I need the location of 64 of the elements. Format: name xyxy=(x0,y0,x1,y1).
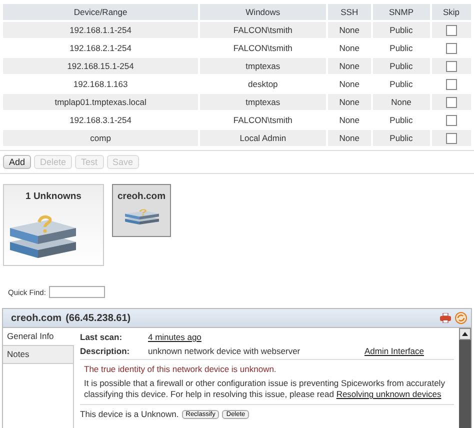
scrollbar[interactable] xyxy=(459,328,471,428)
description-value: unknown network device with webserver xyxy=(148,346,302,356)
tile-label: 1 Unknowns xyxy=(26,191,82,202)
device-group-tile[interactable]: creoh.com xyxy=(112,184,171,237)
warning-text: The true identity of this network device is unknown. xyxy=(80,359,454,374)
skip-checkbox[interactable] xyxy=(446,132,457,144)
column-header[interactable]: Windows xyxy=(200,4,326,20)
column-header[interactable]: Skip xyxy=(432,4,471,20)
table-cell-text: None xyxy=(338,42,361,55)
column-header[interactable]: SNMP xyxy=(372,4,430,20)
toolbar-button[interactable]: Add xyxy=(3,155,32,169)
table-cell: None xyxy=(328,94,371,110)
skip-checkbox[interactable] xyxy=(446,42,457,54)
panel-tab[interactable]: Notes xyxy=(3,346,73,364)
refresh-icon[interactable] xyxy=(455,312,467,324)
table-cell-text: FALCON\tsmith xyxy=(232,42,294,55)
table-cell: 192.168.15.1-254 xyxy=(3,58,198,74)
table-cell: tmptexas xyxy=(200,58,326,74)
status-text: This device is a Unknown. xyxy=(80,409,179,420)
table-cell: None xyxy=(328,130,371,146)
admin-interface-link[interactable]: Admin Interface xyxy=(364,346,424,356)
table-cell: 192.168.1.1-254 xyxy=(3,22,198,38)
last-scan-link[interactable]: 4 minutes ago xyxy=(148,332,202,342)
table-cell: tmptexas xyxy=(200,94,326,110)
table-cell-text: Public xyxy=(388,42,414,55)
unknown-device-icon xyxy=(124,208,160,226)
printer-icon[interactable] xyxy=(440,313,451,323)
column-header[interactable]: SSH xyxy=(328,4,371,20)
device-title: creoh.com xyxy=(11,312,62,324)
quick-find-field[interactable] xyxy=(48,286,105,298)
table-cell: Public xyxy=(372,22,430,38)
table-cell-text: Public xyxy=(388,78,414,91)
skip-checkbox[interactable] xyxy=(446,24,457,36)
help-link[interactable]: Resolving unknown devices xyxy=(336,389,442,400)
table-cell-text: desktop xyxy=(247,78,279,91)
skip-checkbox[interactable] xyxy=(446,114,457,126)
table-cell-text: 192.168.1.163 xyxy=(72,78,129,91)
skip-checkbox[interactable] xyxy=(446,96,457,108)
table-cell-text: 192.168.2.1-254 xyxy=(68,42,132,55)
table-cell: Public xyxy=(372,58,430,74)
scroll-up-icon[interactable] xyxy=(462,332,468,336)
table-cell-text: FALCON\tsmith xyxy=(232,114,294,127)
skip-checkbox[interactable] xyxy=(446,78,457,90)
table-cell-text: None xyxy=(338,114,361,127)
field-label: Last scan: xyxy=(80,332,124,342)
panel-tab[interactable]: General Info xyxy=(3,328,74,346)
tile-label: creoh.com xyxy=(117,191,166,202)
table-cell: Public xyxy=(372,130,430,146)
explanation-text: It is possible that a firewall or other configuration issue is preventing Spiceworks from accurately classifying this device. For help in resolving this issue, please read Resolving unknown devices xyxy=(80,376,454,406)
table-cell-text: 192.168.3.1-254 xyxy=(68,114,132,127)
device-group-tile[interactable]: 1 Unknowns xyxy=(3,184,104,266)
table-cell: FALCON\tsmith xyxy=(200,22,326,38)
skip-checkbox[interactable] xyxy=(446,60,457,72)
table-cell: comp xyxy=(3,130,198,146)
column-header[interactable]: Device/Range xyxy=(3,4,198,20)
table-cell: None xyxy=(372,94,430,110)
table-cell: tmplap01.tmptexas.local xyxy=(3,94,198,110)
device-address: (66.45.238.61) xyxy=(66,312,132,324)
table-cell-text: None xyxy=(338,78,361,91)
field-label: Description: xyxy=(80,346,131,356)
table-cell: None xyxy=(328,58,371,74)
table-cell-text: Public xyxy=(388,114,414,127)
table-cell: Local Admin xyxy=(200,130,326,146)
table-cell: None xyxy=(328,22,371,38)
